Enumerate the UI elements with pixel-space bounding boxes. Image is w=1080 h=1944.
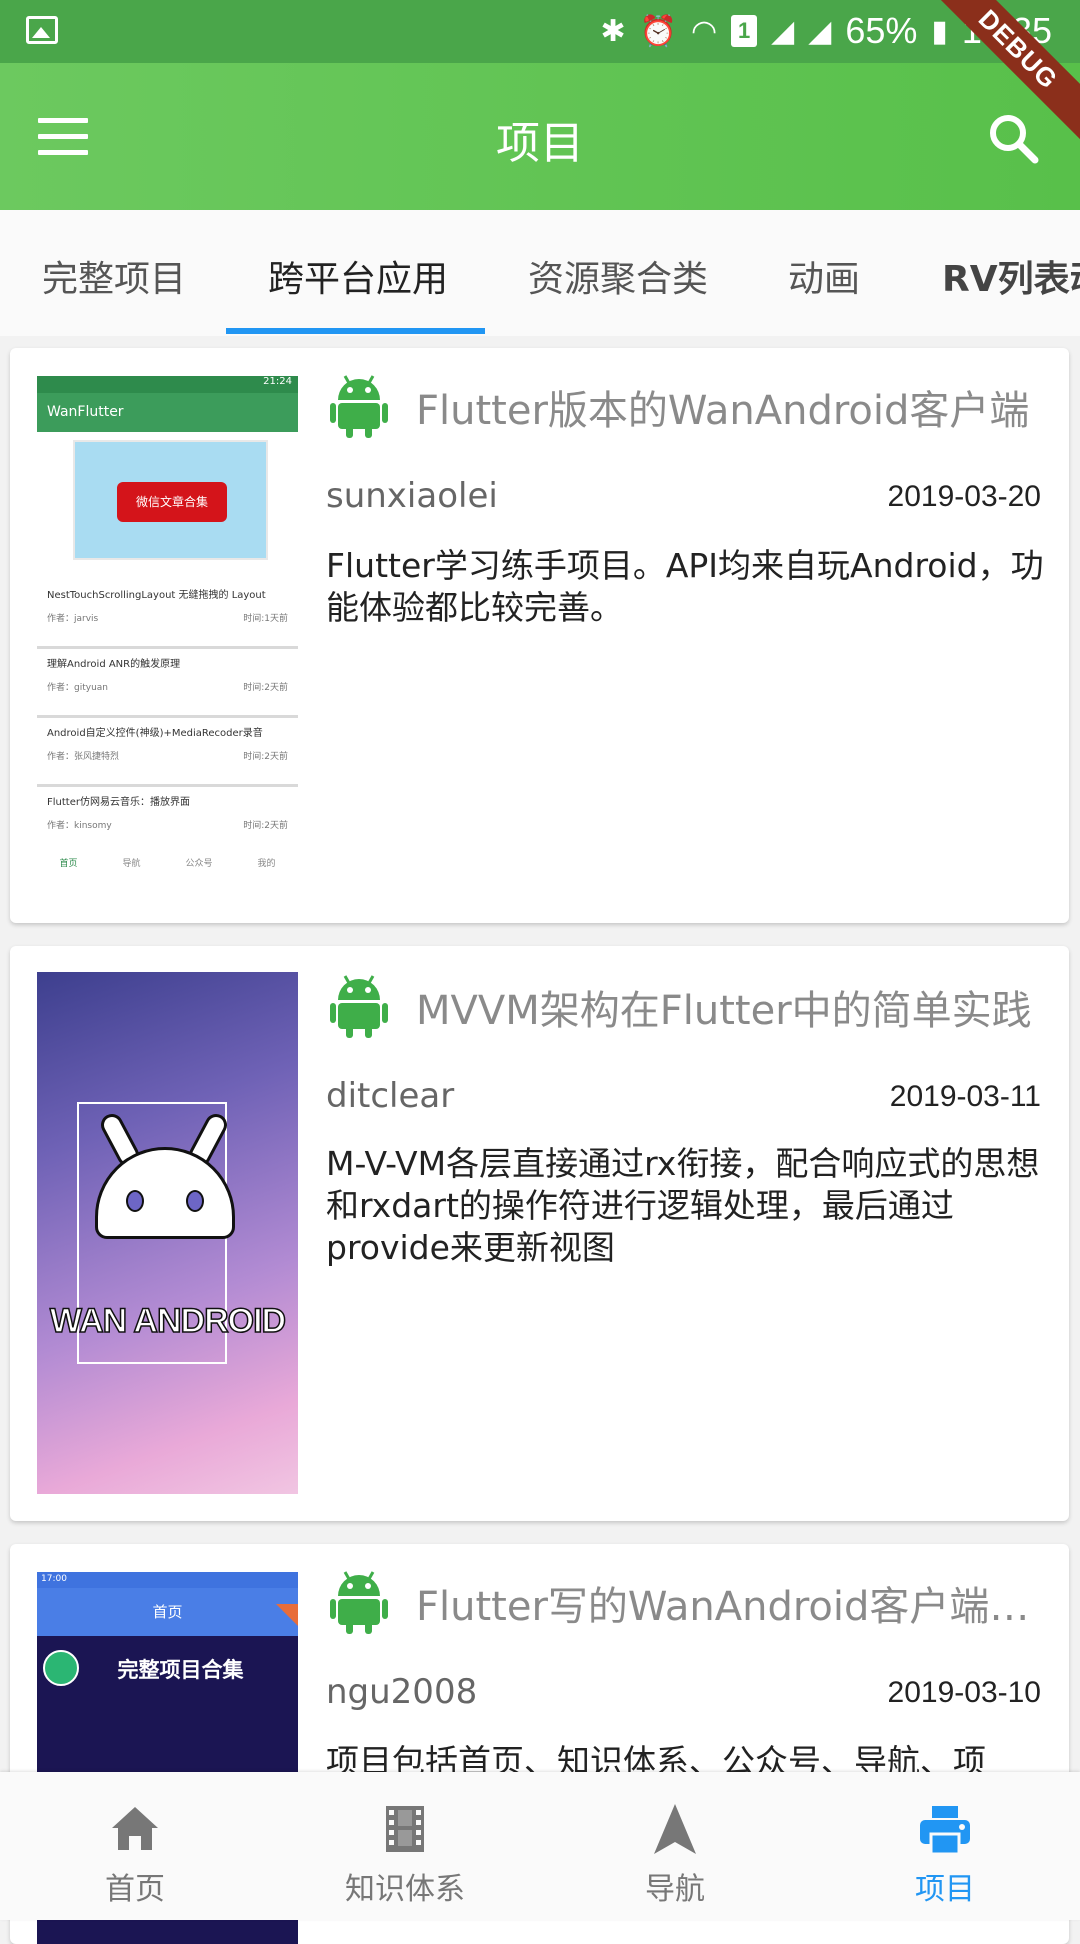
project-title[interactable]: Flutter版本的WanAndroid客户端 xyxy=(416,378,1046,436)
project-author: ditclear xyxy=(326,1076,455,1116)
nav-label: 首页 xyxy=(105,1872,165,1907)
thumb-status-time: 17:00 xyxy=(37,1572,298,1588)
tab-complete-projects[interactable]: 完整项目 xyxy=(42,250,186,302)
project-date: 2019-03-20 xyxy=(887,480,1041,513)
battery-icon: ▮ xyxy=(931,14,948,48)
thumb-app-name: WanFlutter xyxy=(37,393,298,432)
clock: 17:35 xyxy=(961,10,1052,51)
android-icon xyxy=(330,375,388,438)
nav-item-navigation[interactable]: 导航 xyxy=(540,1772,810,1920)
nav-item-knowledge[interactable]: 知识体系 xyxy=(270,1772,540,1920)
nav-label: 项目 xyxy=(915,1872,975,1907)
thumb-banner: 微信文章合集 xyxy=(73,440,268,560)
nav-item-home[interactable]: 首页 xyxy=(0,1772,270,1920)
thumb-banner-text: 微信文章合集 xyxy=(117,482,227,522)
home-icon xyxy=(112,1807,158,1850)
thumb-bottom-nav: 首页 导航 公众号 我的 xyxy=(59,859,276,869)
project-date: 2019-03-11 xyxy=(889,1080,1041,1113)
project-card[interactable]: 21:24 WanFlutter 微信文章合集 NestTouchScrolli… xyxy=(10,348,1069,923)
project-description: Flutter学习练手项目。API均来自玩Android，功能体验都比较完善。 xyxy=(326,546,1044,627)
tab-animation[interactable]: 动画 xyxy=(788,250,860,302)
gallery-notification-icon xyxy=(26,16,58,44)
thumb-bar-title: 首页 xyxy=(37,1588,298,1636)
tab-indicator xyxy=(226,328,485,334)
category-tabs: 完整项目 跨平台应用 资源聚合类 动画 RV列表动 xyxy=(0,210,1080,336)
project-author: sunxiaolei xyxy=(326,476,498,516)
thumb-list-item: Android自定义控件(神级)+MediaRecoder录音 作者：张风捷特烈… xyxy=(37,718,298,787)
project-thumbnail: 21:24 WanFlutter 微信文章合集 NestTouchScrolli… xyxy=(37,376,298,876)
project-author: ngu2008 xyxy=(326,1672,478,1712)
wifi-icon: ◠ xyxy=(690,14,718,48)
project-title[interactable]: MVVM架构在Flutter中的简单实践 xyxy=(416,978,1046,1036)
android-icon xyxy=(330,975,388,1038)
alarm-icon: ⏰ xyxy=(639,14,677,48)
printer-icon xyxy=(920,1806,970,1856)
thumb-list-item: 理解Android ANR的触发原理 作者：gityuan 时间:2天前 xyxy=(37,649,298,718)
page-title: 项目 xyxy=(496,118,584,169)
thumb-logo xyxy=(43,1650,79,1686)
android-icon xyxy=(330,1571,388,1634)
thumb-logo-text: WAN ANDROID xyxy=(49,1301,287,1341)
tab-rv-list[interactable]: RV列表动 xyxy=(942,250,1080,302)
status-bar: ✱ ⏰ ◠ 1 ◢ ◢ 65% ▮ 17:35 xyxy=(0,0,1080,63)
project-thumbnail: WAN ANDROID xyxy=(37,972,298,1494)
tab-cross-platform[interactable]: 跨平台应用 xyxy=(268,250,448,302)
signal-icon: ◢ xyxy=(771,14,795,48)
thumb-list-item: NestTouchScrollingLayout 无缝拖拽的 Layout 作者… xyxy=(37,580,298,649)
project-title[interactable]: Flutter写的WanAndroid客户端应... xyxy=(416,1574,1046,1632)
project-card[interactable]: WAN ANDROID MVVM架构在Flutter中的简单实践 ditclea… xyxy=(10,946,1069,1521)
nav-label: 知识体系 xyxy=(345,1872,465,1907)
search-icon[interactable] xyxy=(986,111,1040,165)
nav-label: 导航 xyxy=(645,1872,705,1907)
sim-badge: 1 xyxy=(731,15,758,47)
project-description: M-V-VM各层直接通过rx衔接，配合响应式的思想和rxdart的操作符进行逻辑… xyxy=(326,1144,1040,1267)
app-bar: 项目 xyxy=(0,63,1080,210)
thumb-status-time: 21:24 xyxy=(37,376,298,393)
signal-icon-2: ◢ xyxy=(808,14,832,48)
tab-resource-aggregation[interactable]: 资源聚合类 xyxy=(528,250,708,302)
film-icon xyxy=(386,1806,424,1852)
battery-percent: 65% xyxy=(845,10,918,51)
nav-item-projects[interactable]: 项目 xyxy=(810,1772,1080,1920)
project-date: 2019-03-10 xyxy=(887,1676,1041,1709)
bottom-navigation: 首页 知识体系 导航 项目 xyxy=(0,1772,1080,1920)
bluetooth-icon: ✱ xyxy=(600,14,626,48)
navigation-arrow-icon xyxy=(654,1804,696,1854)
status-icons: ✱ ⏰ ◠ 1 ◢ ◢ 65% ▮ 17:35 xyxy=(600,6,1052,56)
